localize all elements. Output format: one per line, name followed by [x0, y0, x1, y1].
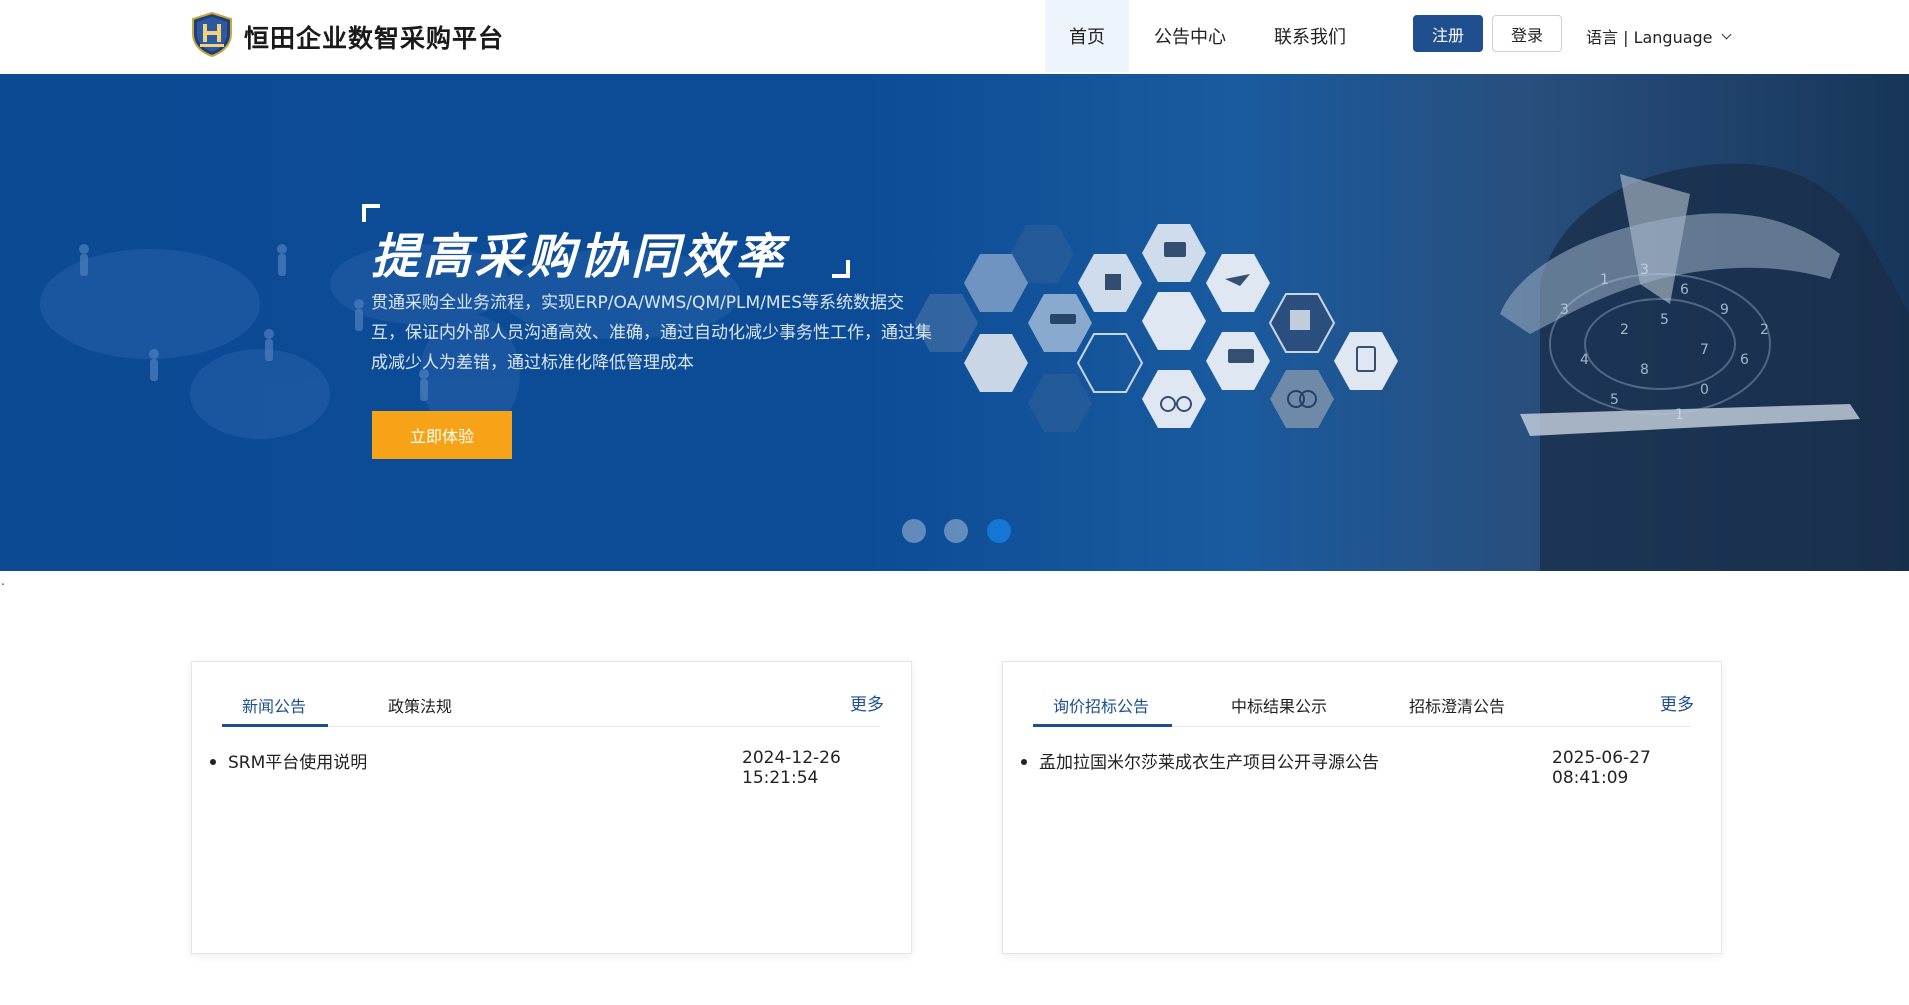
svg-text:0: 0: [1700, 382, 1709, 398]
bullet-icon: [1021, 758, 1027, 765]
tab-inquiry-bid[interactable]: 询价招标公告: [1053, 693, 1149, 717]
tab-news[interactable]: 新闻公告: [242, 693, 306, 717]
svg-text:1: 1: [1675, 407, 1684, 423]
svg-text:2: 2: [1620, 322, 1629, 338]
active-tab-underline: [1033, 724, 1172, 727]
brand-name[interactable]: 恒田企业数智采购平台: [244, 19, 504, 55]
banner-artwork: 136 925 748 036 251: [40, 163, 1909, 571]
bullet-icon: [210, 758, 216, 765]
tab-bid-clarification[interactable]: 招标澄清公告: [1409, 693, 1505, 717]
active-tab-underline: [222, 724, 328, 727]
try-now-button[interactable]: 立即体验: [372, 411, 512, 459]
carousel-dot-2[interactable]: [944, 519, 968, 543]
news-card: 新闻公告 政策法规 更多 SRM平台使用说明 2024-12-26 15:21:…: [191, 661, 912, 954]
list-item-title: SRM平台使用说明: [228, 753, 368, 773]
list-item[interactable]: 孟加拉国米尔莎莱成衣生产项目公开寻源公告: [1021, 748, 1379, 773]
headline-corner-bracket-bottom: [832, 260, 850, 278]
language-label: 语言 | Language: [1586, 28, 1713, 47]
hero-banner: 136 925 748 036 251 提高采购协同效率 贯通采购全业务流程，实…: [0, 74, 1909, 571]
svg-text:9: 9: [1720, 302, 1729, 318]
banner-description: 贯通采购全业务流程，实现ERP/OA/WMS/QM/PLM/MES等系统数据交互…: [371, 293, 932, 373]
nav-contact[interactable]: 联系我们: [1260, 0, 1360, 72]
svg-text:6: 6: [1680, 282, 1689, 298]
svg-text:5: 5: [1660, 312, 1669, 328]
chevron-down-icon: [1721, 29, 1731, 39]
nav-announcements[interactable]: 公告中心: [1140, 0, 1240, 72]
list-item-date: 2025-06-27 08:41:09: [1552, 748, 1651, 788]
news-more-link[interactable]: 更多: [850, 690, 884, 715]
svg-text:8: 8: [1640, 362, 1649, 378]
top-header: 恒田企业数智采购平台 首页 公告中心 联系我们 注册 登录 语言 | Langu…: [0, 0, 1909, 74]
list-item-date: 2024-12-26 15:21:54: [742, 748, 841, 788]
bid-card: 询价招标公告 中标结果公示 招标澄清公告 更多 孟加拉国米尔莎莱成衣生产项目公开…: [1002, 661, 1722, 954]
list-item[interactable]: SRM平台使用说明: [210, 748, 367, 773]
svg-text:5: 5: [1610, 392, 1619, 408]
shield-logo-icon[interactable]: [191, 12, 233, 57]
carousel-dot-3-active[interactable]: [987, 519, 1011, 543]
stray-dot: .: [1, 574, 5, 588]
register-button[interactable]: 注册: [1413, 15, 1483, 52]
svg-text:7: 7: [1700, 342, 1709, 358]
tab-policy[interactable]: 政策法规: [388, 693, 452, 717]
svg-text:6: 6: [1740, 352, 1749, 368]
carousel-dot-1[interactable]: [902, 519, 926, 543]
list-item-title: 孟加拉国米尔莎莱成衣生产项目公开寻源公告: [1039, 753, 1379, 773]
banner-headline: 提高采购协同效率: [371, 229, 788, 285]
bid-more-link[interactable]: 更多: [1660, 690, 1694, 715]
language-selector[interactable]: 语言 | Language: [1586, 24, 1731, 48]
nav-home[interactable]: 首页: [1045, 0, 1129, 72]
login-button[interactable]: 登录: [1492, 15, 1562, 52]
tab-award-result[interactable]: 中标结果公示: [1231, 693, 1327, 717]
